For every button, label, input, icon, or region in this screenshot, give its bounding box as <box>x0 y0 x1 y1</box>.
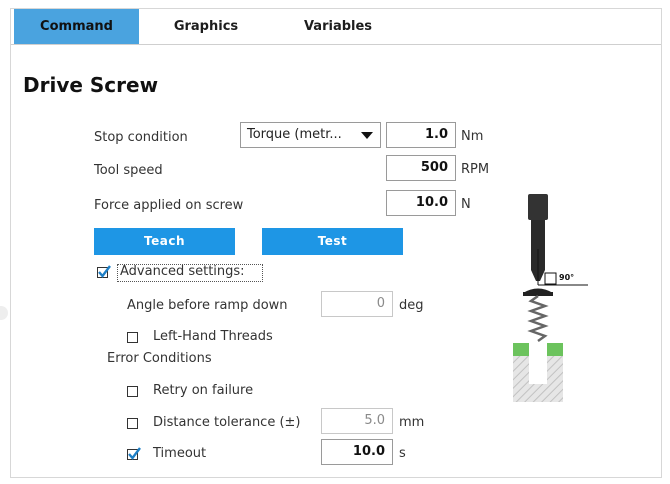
force-input[interactable]: 10.0 <box>386 190 456 216</box>
advanced-settings-checkbox[interactable] <box>97 265 111 278</box>
left-hand-threads-label: Left-Hand Threads <box>153 329 273 344</box>
screwdriver-illustration: 90° <box>513 194 588 402</box>
checkmark-icon <box>98 265 111 278</box>
stop-condition-select[interactable]: Torque (metr... <box>240 122 381 148</box>
force-unit: N <box>461 197 471 212</box>
tool-speed-unit: RPM <box>461 162 490 177</box>
stop-condition-selected: Torque (metr... <box>247 127 342 142</box>
angle-text: 90° <box>559 273 574 282</box>
right-angle-marker <box>544 272 557 285</box>
tab-variables[interactable]: Variables <box>273 9 403 44</box>
distance-tolerance-unit: mm <box>399 415 425 430</box>
test-button[interactable]: Test <box>262 228 403 255</box>
distance-tolerance-label: Distance tolerance (±) <box>153 415 301 430</box>
angle-input[interactable]: 0 <box>321 291 393 317</box>
torque-unit: Nm <box>461 129 484 144</box>
distance-tolerance-input[interactable]: 5.0 <box>321 408 393 434</box>
distance-tolerance-checkbox[interactable] <box>127 418 138 429</box>
tab-graphics[interactable]: Graphics <box>141 9 271 44</box>
tab-bar: Command Graphics Variables <box>11 9 661 45</box>
timeout-unit: s <box>399 446 406 461</box>
retry-on-failure-label: Retry on failure <box>153 383 254 398</box>
error-conditions-label: Error Conditions <box>107 351 212 366</box>
tool-head <box>528 194 548 220</box>
tool-speed-input[interactable]: 500 <box>386 155 456 181</box>
timeout-checkbox[interactable] <box>127 447 141 460</box>
screw-driving-panel: Command Graphics Variables Drive Screw S… <box>10 8 662 478</box>
tool-speed-label: Tool speed <box>94 163 163 178</box>
retry-on-failure-checkbox[interactable] <box>127 386 138 397</box>
tab-command[interactable]: Command <box>14 9 139 44</box>
page-title: Drive Screw <box>23 73 159 97</box>
stop-condition-label: Stop condition <box>94 130 188 145</box>
screw-head-base <box>523 292 553 296</box>
workpiece-top-left <box>513 343 529 356</box>
workpiece-top-right <box>547 343 563 356</box>
advanced-settings-label[interactable]: Advanced settings: <box>120 264 245 279</box>
teach-button[interactable]: Teach <box>94 228 235 255</box>
angle-unit: deg <box>399 298 424 313</box>
left-hand-threads-checkbox[interactable] <box>127 332 138 343</box>
force-label: Force applied on screw <box>94 198 244 213</box>
chevron-down-icon <box>361 132 373 139</box>
screw-thread <box>527 294 549 343</box>
workpiece-body <box>513 356 563 402</box>
side-handle[interactable] <box>0 306 8 320</box>
angle-label: Angle before ramp down <box>127 298 288 313</box>
timeout-input[interactable]: 10.0 <box>321 439 393 465</box>
torque-value-input[interactable]: 1.0 <box>386 122 456 148</box>
timeout-label: Timeout <box>153 446 207 461</box>
checkmark-icon <box>128 447 141 460</box>
